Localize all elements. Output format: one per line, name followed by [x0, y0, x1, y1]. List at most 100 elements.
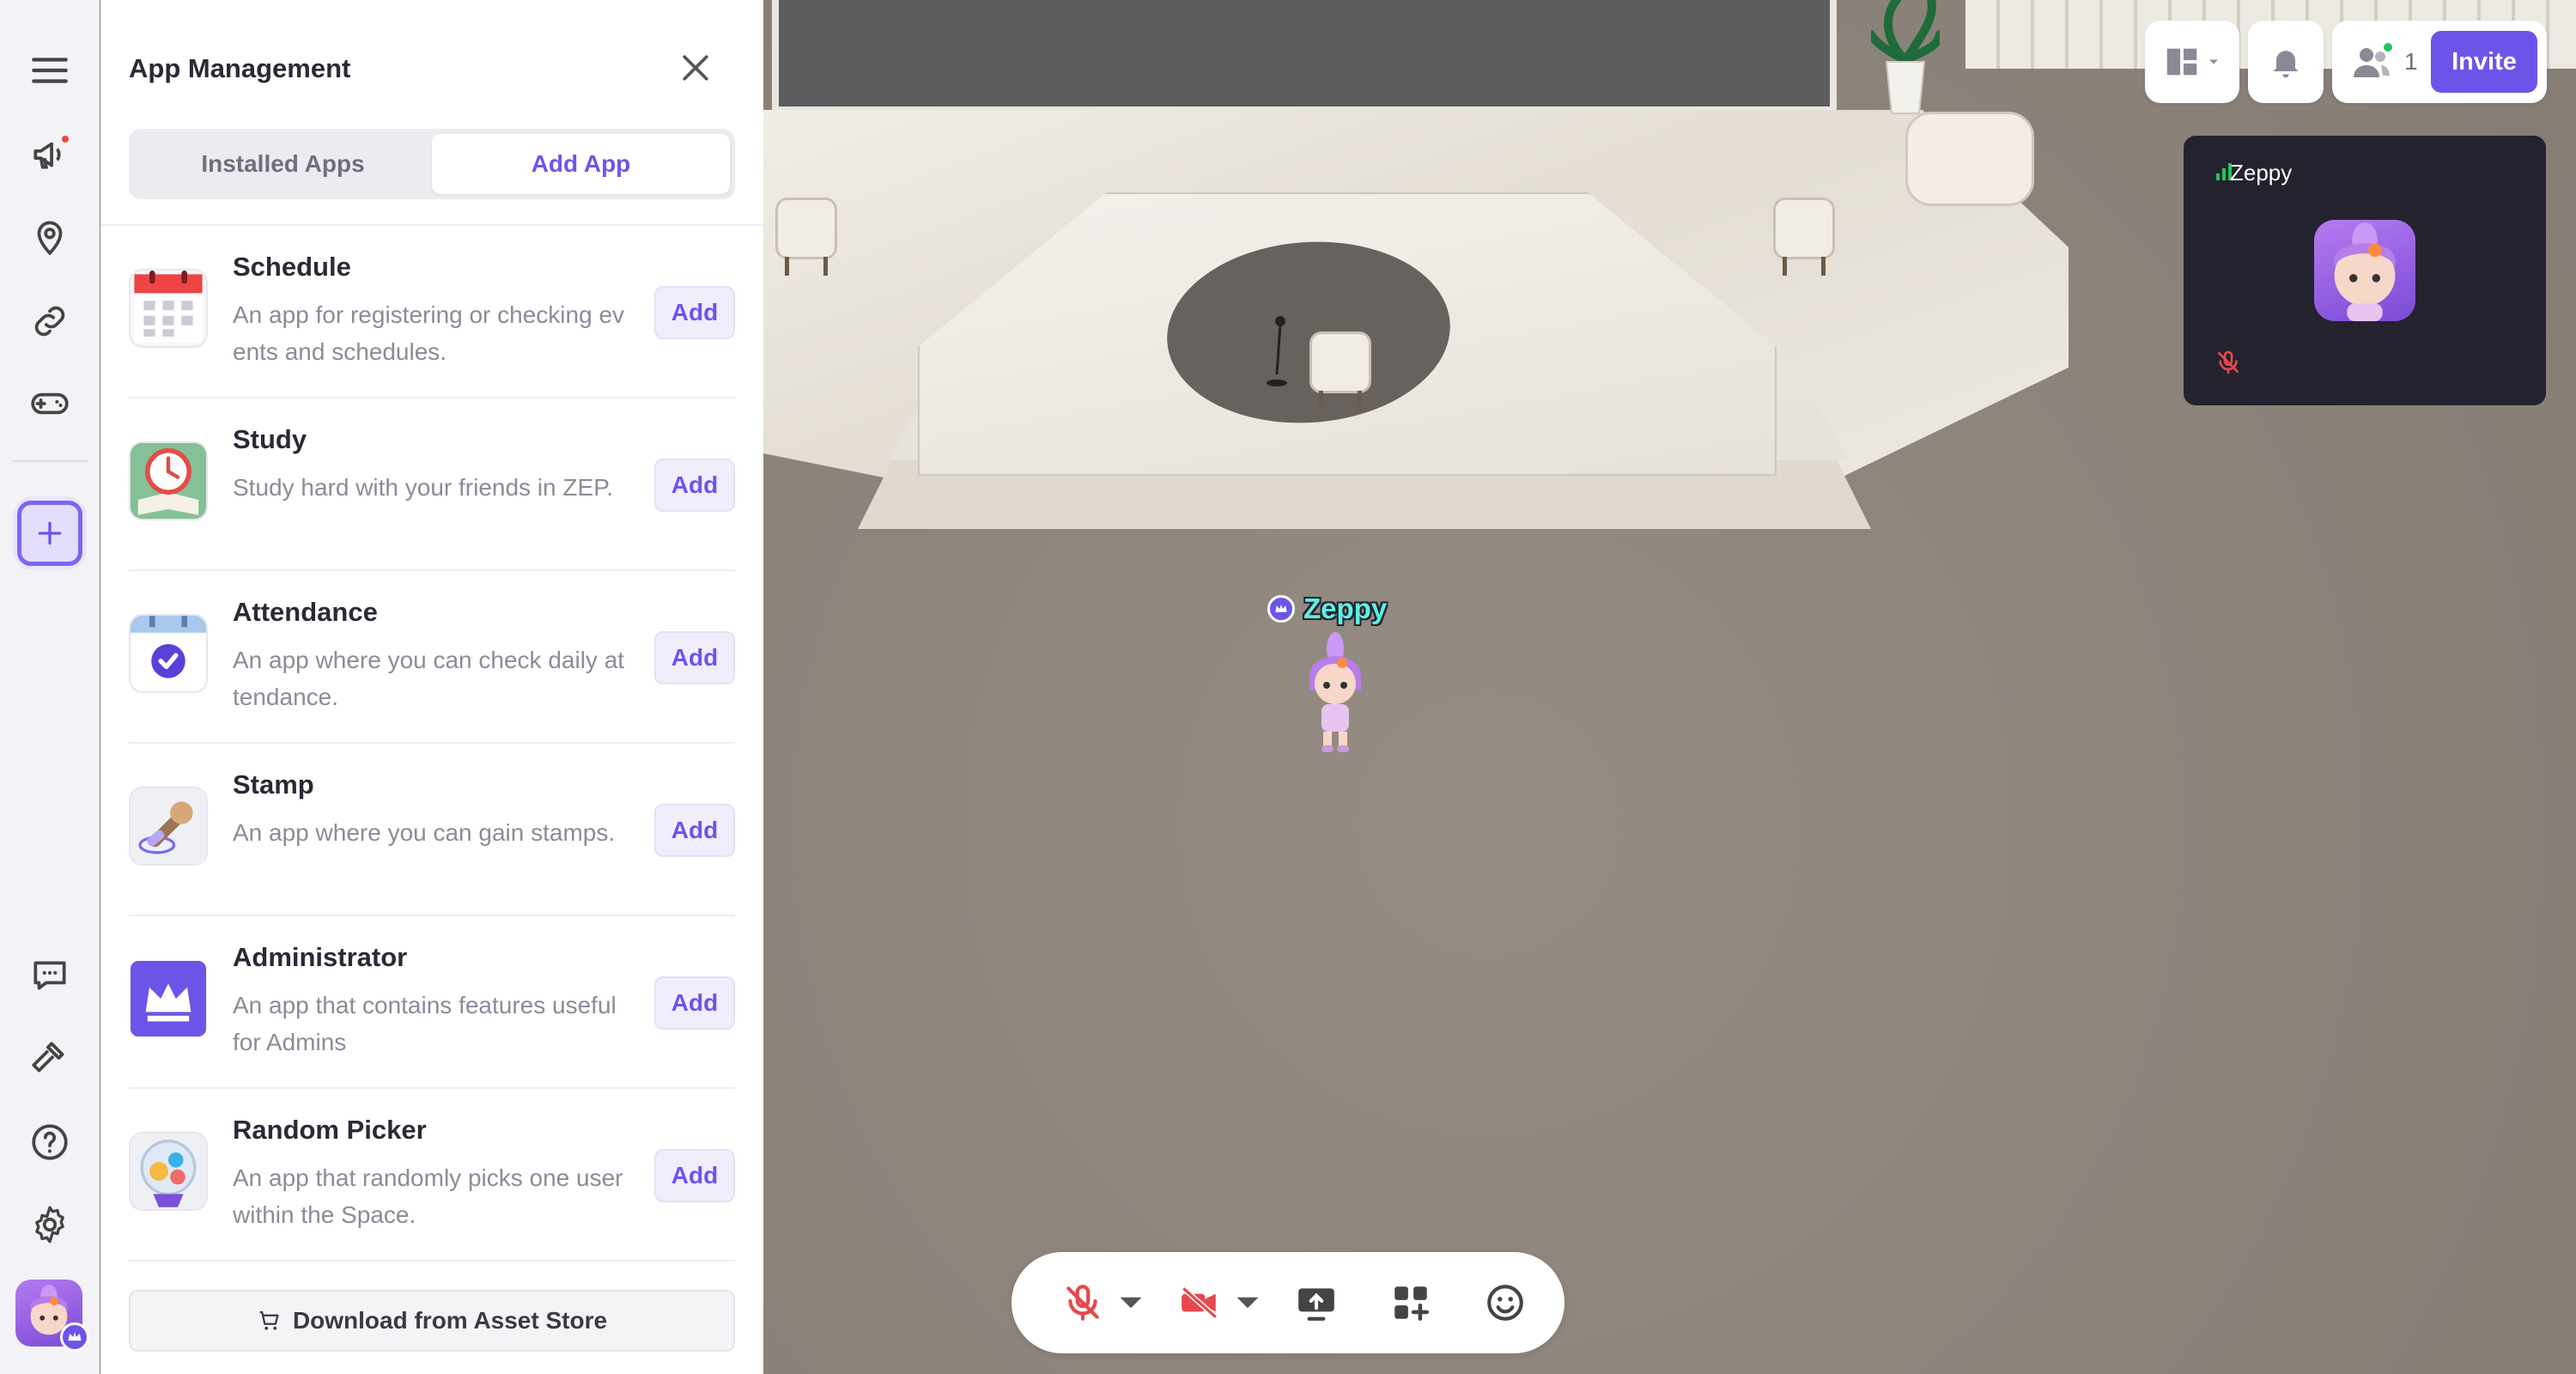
participant-count: 1 — [2404, 48, 2418, 75]
player-character[interactable] — [1296, 632, 1375, 754]
app-row-random-picker: Random Picker An app that randomly picks… — [129, 1089, 735, 1262]
user-avatar[interactable] — [15, 1280, 89, 1352]
app-row-stamp: Stamp An app where you can gain stamps. … — [129, 744, 735, 916]
emoji-button[interactable] — [1484, 1268, 1527, 1337]
notification-dot — [60, 134, 70, 144]
crown-icon — [1275, 604, 1287, 612]
study-clock-icon — [129, 441, 208, 520]
announcement-button[interactable] — [17, 122, 82, 187]
app-row-administrator: Administrator An app that contains featu… — [129, 916, 735, 1089]
gear-icon — [35, 1206, 64, 1243]
chevron-down-icon[interactable] — [1226, 1281, 1269, 1324]
video-participant-name: Zeppy — [2230, 160, 2293, 185]
side-stool-right — [1773, 198, 1835, 276]
crown-icon — [129, 959, 208, 1038]
link-button[interactable] — [17, 289, 82, 354]
app-name: Random Picker — [233, 1115, 427, 1145]
close-button[interactable] — [674, 46, 717, 89]
online-indicator — [2384, 43, 2392, 52]
tab-installed-apps[interactable]: Installed Apps — [134, 134, 432, 194]
apps-button[interactable] — [1389, 1268, 1432, 1337]
add-attendance-button[interactable]: Add — [654, 631, 735, 684]
layout-icon — [2166, 48, 2197, 76]
asset-store-button[interactable]: Download from Asset Store — [129, 1290, 735, 1352]
app-row-attendance: Attendance An app where you can check da… — [129, 571, 735, 744]
notifications-button[interactable] — [2248, 21, 2324, 103]
camera-off-icon — [1182, 1286, 1218, 1320]
screen-share-button[interactable] — [1295, 1268, 1338, 1337]
player-nametag: Zeppy — [1267, 593, 1387, 625]
smiley-icon — [1487, 1285, 1523, 1321]
gamepad-icon — [31, 392, 69, 415]
app-name: Schedule — [233, 252, 351, 282]
rail-divider — [12, 460, 88, 462]
help-button[interactable] — [17, 1110, 82, 1175]
gacha-icon — [129, 1132, 208, 1211]
admin-crown-badge — [60, 1322, 89, 1352]
potted-plant-icon — [1871, 0, 1940, 114]
app-name: Attendance — [233, 597, 378, 627]
chat-icon — [33, 961, 66, 990]
invite-button[interactable]: Invite — [2431, 31, 2537, 93]
left-rail — [0, 0, 100, 1374]
asset-store-label: Download from Asset Store — [292, 1307, 608, 1334]
camera-toggle[interactable] — [1178, 1268, 1269, 1337]
stage-screen — [772, 0, 1837, 113]
hamburger-icon — [32, 58, 68, 83]
attendance-check-icon — [129, 614, 208, 693]
panel-title: App Management — [129, 53, 351, 83]
cart-icon — [259, 1310, 279, 1330]
media-toolbar — [1012, 1252, 1564, 1353]
close-icon — [683, 55, 708, 81]
app-tabs: Installed Apps Add App — [129, 129, 735, 199]
app-row-study: Study Study hard with your friends in ZE… — [129, 398, 735, 571]
app-description: Study hard with your friends in ZEP. — [233, 474, 614, 501]
app-description: An app where you can gain stamps. — [233, 819, 616, 846]
add-schedule-button[interactable]: Add — [654, 286, 735, 339]
chevron-down-icon — [2209, 59, 2218, 64]
game-button[interactable] — [17, 371, 82, 436]
app-name: Stamp — [233, 769, 314, 799]
app-list: Schedule An app for registering or check… — [100, 226, 763, 1262]
app-name: Administrator — [233, 942, 408, 972]
stage-stool — [1309, 331, 1371, 410]
ottoman — [1905, 112, 2034, 206]
chat-button[interactable] — [17, 943, 82, 1008]
participants-button[interactable]: 1 — [2351, 41, 2418, 82]
add-stamp-button[interactable]: Add — [654, 804, 735, 857]
bell-icon — [2273, 51, 2299, 78]
link-icon — [34, 306, 65, 337]
video-tile[interactable]: Zeppy — [2184, 136, 2546, 405]
microphone-stand-icon — [1267, 316, 1287, 386]
plus-icon — [38, 521, 62, 545]
build-button[interactable] — [17, 1025, 82, 1091]
help-icon — [32, 1124, 68, 1160]
tab-add-app[interactable]: Add App — [432, 134, 730, 194]
admin-crown-badge — [1267, 595, 1295, 623]
chevron-down-icon[interactable] — [1109, 1281, 1152, 1324]
location-button[interactable] — [17, 204, 82, 270]
app-description: An app that contains features useful for… — [233, 992, 617, 1055]
microphone-toggle[interactable] — [1061, 1268, 1152, 1337]
side-stool-left — [775, 198, 837, 276]
add-study-button[interactable]: Add — [654, 459, 735, 512]
apps-add-icon — [1394, 1286, 1430, 1322]
settings-button[interactable] — [17, 1192, 82, 1257]
add-administrator-button[interactable]: Add — [654, 976, 735, 1030]
screen-share-icon — [1298, 1288, 1334, 1321]
add-app-rail-button[interactable] — [17, 501, 82, 566]
video-avatar — [2314, 220, 2415, 321]
map-pin-icon — [37, 221, 63, 256]
app-description: An app where you can check daily attenda… — [233, 647, 625, 710]
crown-icon — [68, 1332, 82, 1341]
menu-button[interactable] — [17, 38, 82, 103]
player-name: Zeppy — [1303, 593, 1388, 624]
mic-muted-icon — [1066, 1285, 1099, 1321]
add-random-picker-button[interactable]: Add — [654, 1149, 735, 1202]
app-description: An app that randomly picks one user with… — [233, 1164, 623, 1228]
mic-muted-icon — [2218, 350, 2239, 374]
avatar-character-icon — [2334, 222, 2396, 321]
app-name: Study — [233, 424, 307, 454]
layout-button[interactable] — [2145, 21, 2239, 103]
stamp-icon — [129, 787, 208, 866]
